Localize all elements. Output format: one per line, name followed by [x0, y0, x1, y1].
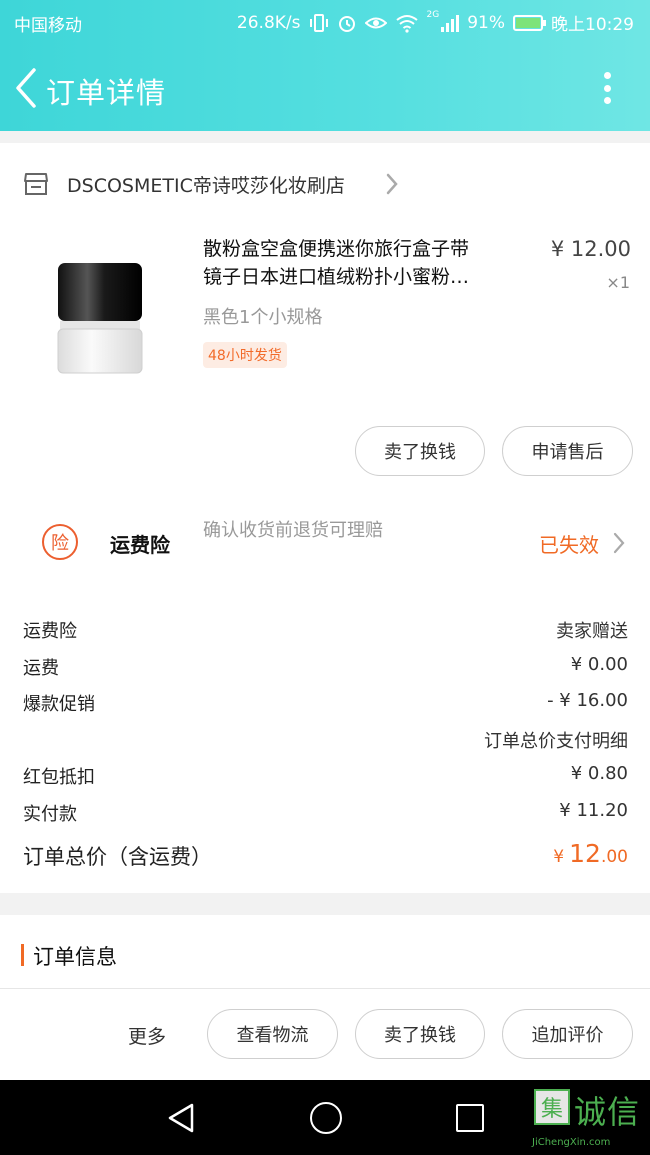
- product-spec: 黑色1个小规格: [203, 307, 323, 328]
- section-accent-bar: [21, 944, 24, 966]
- summary-label: 爆款促销: [23, 694, 95, 715]
- summary-label: 运费: [23, 658, 59, 679]
- product-quantity: ×1: [606, 273, 630, 292]
- view-logistics-button[interactable]: 查看物流: [207, 1009, 338, 1059]
- sell-for-cash-button-bottom[interactable]: 卖了换钱: [355, 1009, 485, 1059]
- summary-value: ¥ 11.20: [559, 800, 628, 821]
- bottom-action-bar: 更多 查看物流 卖了换钱 追加评价: [0, 989, 650, 1080]
- network-type: 2G: [426, 10, 440, 20]
- status-icons: 26.8K/s 2G 91% 晚上10:29: [237, 10, 634, 35]
- watermark-mark: 集: [534, 1089, 570, 1125]
- payment-detail-row[interactable]: 订单总价支付明细: [0, 725, 650, 755]
- vibrate-icon: [309, 13, 328, 32]
- summary-label: 运费险: [23, 621, 77, 642]
- insurance-description: 确认收货前退货可理赔: [203, 520, 383, 541]
- more-vertical-icon[interactable]: [598, 70, 616, 106]
- alarm-icon: [338, 15, 355, 32]
- shipping-badge: 48小时发货: [203, 342, 287, 368]
- watermark-logo: 集 诚信 JiChengXin.com: [532, 1087, 650, 1153]
- header: 中国移动 26.8K/s 2G 91% 晚上10:29 订单详情: [0, 0, 650, 131]
- nav-home-icon[interactable]: [310, 1102, 342, 1134]
- product-image[interactable]: [18, 235, 178, 383]
- sell-for-cash-button[interactable]: 卖了换钱: [355, 426, 485, 476]
- apply-aftersale-button[interactable]: 申请售后: [502, 426, 633, 476]
- insurance-status: 已失效: [539, 533, 599, 557]
- chevron-right-icon: [613, 532, 625, 554]
- total-label: 订单总价（含运费）: [23, 845, 212, 869]
- chevron-right-icon: [386, 173, 398, 195]
- store-icon: [24, 173, 48, 195]
- wifi-icon: [395, 14, 418, 33]
- battery-icon: [513, 14, 546, 31]
- watermark-url: JiChengXin.com: [532, 1137, 611, 1148]
- system-nav-bar: 集 诚信 JiChengXin.com: [0, 1080, 650, 1155]
- summary-row-paid: 实付款 ¥ 11.20: [0, 798, 650, 828]
- order-total-row: 订单总价（含运费） ¥ 12.00: [0, 839, 650, 879]
- shipping-insurance-row[interactable]: 险 运费险 确认收货前退货可理赔 已失效: [0, 511, 650, 581]
- summary-label: 红包抵扣: [23, 767, 95, 788]
- product-title-line1: 散粉盒空盒便携迷你旅行盒子带: [203, 238, 470, 260]
- order-info-title: 订单信息: [33, 945, 117, 969]
- status-bar: 中国移动 26.8K/s 2G 91% 晚上10:29: [0, 0, 650, 44]
- product-item[interactable]: 散粉盒空盒便携迷你旅行盒子带 镜子日本进口植绒粉扑小蜜粉… ¥ 12.00 ×1…: [0, 235, 650, 385]
- payment-detail-link[interactable]: 订单总价支付明细: [484, 727, 628, 753]
- nav-back-icon[interactable]: [166, 1102, 196, 1134]
- summary-value: 卖家赠送: [556, 621, 628, 642]
- clock: 晚上10:29: [551, 15, 634, 35]
- product-title-line2: 镜子日本进口植绒粉扑小蜜粉…: [203, 266, 470, 288]
- summary-value: ¥ 0.80: [570, 763, 628, 784]
- product-price: ¥ 12.00: [550, 237, 631, 261]
- store-name: DSCOSMETIC帝诗哎莎化妆刷店: [67, 175, 345, 197]
- battery-percent: 91%: [467, 12, 505, 33]
- total-currency: ¥: [553, 847, 565, 867]
- summary-value: ¥ 0.00: [570, 654, 628, 675]
- battery-level: [516, 17, 540, 28]
- chevron-left-icon[interactable]: [12, 66, 42, 110]
- product-title[interactable]: 散粉盒空盒便携迷你旅行盒子带 镜子日本进口植绒粉扑小蜜粉…: [203, 235, 538, 291]
- page-title: 订单详情: [46, 76, 167, 110]
- summary-row-insurance: 运费险 卖家赠送: [0, 615, 650, 645]
- insurance-title: 运费险: [110, 533, 170, 557]
- add-review-button[interactable]: 追加评价: [502, 1009, 633, 1059]
- signal-icon: [441, 14, 460, 32]
- network-speed: 26.8K/s: [236, 12, 301, 33]
- store-row[interactable]: DSCOSMETIC帝诗哎莎化妆刷店: [0, 165, 650, 205]
- insurance-icon: 险: [42, 524, 78, 560]
- total-value: ¥ 12.00: [553, 839, 628, 868]
- summary-row-shipping: 运费 ¥ 0.00: [0, 652, 650, 682]
- summary-value: - ¥ 16.00: [547, 690, 628, 711]
- carrier-name: 中国移动: [14, 16, 82, 36]
- total-decimal: .00: [600, 847, 628, 867]
- summary-row-promo: 爆款促销 - ¥ 16.00: [0, 688, 650, 718]
- nav-recent-icon[interactable]: [456, 1104, 484, 1132]
- watermark-text: 诚信: [574, 1093, 641, 1131]
- order-card: DSCOSMETIC帝诗哎莎化妆刷店 散粉盒空盒便携迷你旅行盒子带 镜子日本进口…: [0, 143, 650, 893]
- order-info-section: 订单信息: [0, 915, 650, 988]
- eye-icon: [364, 17, 387, 28]
- total-integer: 12: [569, 839, 601, 868]
- summary-label: 实付款: [23, 804, 77, 825]
- powder-jar-image: [57, 263, 143, 374]
- title-bar: 订单详情: [0, 58, 650, 118]
- summary-row-redpacket: 红包抵扣 ¥ 0.80: [0, 761, 650, 791]
- more-button[interactable]: 更多: [128, 1022, 166, 1049]
